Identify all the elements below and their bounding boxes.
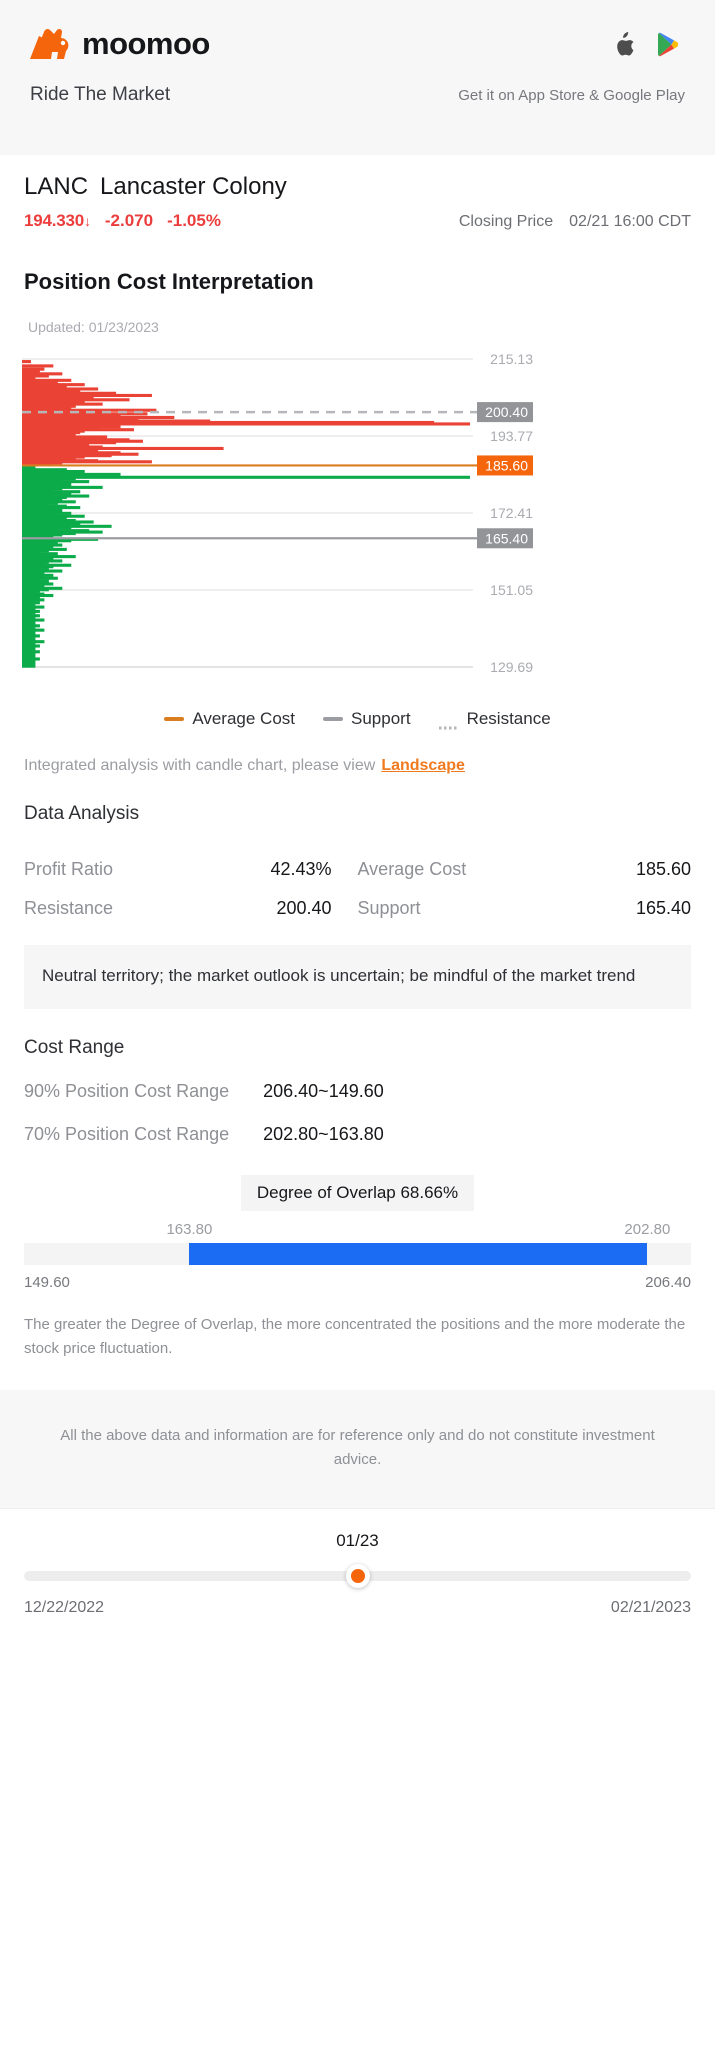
overlap-outer-low: 149.60 [24,1274,70,1292]
metric-value: 42.43% [270,859,332,879]
cost-range-row-70: 70% Position Cost Range 202.80~163.80 [0,1124,715,1145]
svg-text:172.41: 172.41 [490,505,533,521]
metric-label: Resistance [24,898,114,918]
timeline-start-date: 12/22/2022 [24,1598,105,1616]
market-status: Closing Price [458,213,554,230]
svg-text:151.05: 151.05 [490,582,533,598]
legend-label-resistance: Resistance [466,709,551,728]
metric-value: 185.60 [635,859,691,879]
disclaimer-text: All the above data and information are f… [0,1389,715,1508]
quote-header: LANC Lancaster Colony 194.330↓ -2.070 -1… [0,155,715,243]
cost-range-label: 70% Position Cost Range [24,1124,230,1145]
market-outlook-note: Neutral territory; the market outlook is… [24,945,691,1010]
promo-tagline: Ride The Market [30,84,171,105]
timeline-knob-dot-icon [350,1568,365,1583]
legend-label-support: Support [351,709,411,728]
overlap-inner-ticks: 163.80 202.80 [24,1221,691,1243]
last-price: 194.330↓ [24,211,91,230]
google-play-icon[interactable] [657,32,679,57]
metric-label: Support [357,898,421,918]
moomoo-brand[interactable]: moomoo [30,26,210,62]
svg-text:200.40: 200.40 [485,404,528,420]
cost-range-value: 202.80~163.80 [263,1124,384,1145]
svg-text:193.77: 193.77 [490,428,533,444]
overlap-inner-low: 163.80 [166,1221,213,1239]
timeline-current-date: 01/23 [336,1530,379,1550]
promo-store-text: Get it on App Store & Google Play [458,87,685,104]
overlap-bar-fill [189,1243,648,1266]
svg-text:215.13: 215.13 [490,351,533,367]
data-analysis-heading: Data Analysis [24,803,140,824]
updated-date: Updated: 01/23/2023 [28,319,159,335]
legend-label-average-cost: Average Cost [192,709,296,728]
landscape-link[interactable]: Landscape [381,757,465,774]
cost-range-heading: Cost Range [24,1037,125,1059]
timeline-end-date: 02/21/2023 [610,1598,691,1616]
price-change-percent: -1.05% [167,211,221,230]
price-down-arrow-icon: ↓ [84,213,91,229]
svg-text:185.60: 185.60 [485,457,528,473]
data-analysis-row: Profit Ratio 42.43% Average Cost 185.60 [24,859,691,880]
metric-label: Average Cost [357,859,467,879]
landscape-hint: Integrated analysis with candle chart, p… [0,729,715,775]
data-analysis-row: Resistance 200.40 Support 165.40 [24,898,691,919]
overlap-outer-high: 206.40 [645,1274,691,1292]
cost-range-value: 206.40~149.60 [263,1081,384,1102]
company-name: Lancaster Colony [100,173,287,200]
ticker-symbol: LANC [24,173,89,200]
metric-profit-ratio: Profit Ratio 42.43% [24,859,358,880]
average-cost-swatch-icon [164,717,185,721]
resistance-dotted-swatch-icon [438,717,459,730]
metric-average-cost: Average Cost 185.60 [358,859,692,880]
apple-icon[interactable] [614,31,635,57]
app-promo-banner: moomoo Ride The Market Get it on App Sto… [0,0,715,155]
cost-range-label: 90% Position Cost Range [24,1081,230,1102]
overlap-chip: Degree of Overlap 68.66% [240,1175,475,1212]
svg-text:129.69: 129.69 [490,659,533,675]
quote-timestamp: 02/21 16:00 CDT [569,213,691,230]
chart-legend: Average Cost Support Resistance [0,709,715,730]
data-analysis-grid: Profit Ratio 42.43% Average Cost 185.60 … [0,825,715,919]
timeline-knob[interactable] [345,1563,370,1588]
price-change: -2.070 [104,211,154,230]
page-title: Position Cost Interpretation [24,269,314,294]
position-cost-chart[interactable]: 215.13 200.40 193.77 185.60 172.41 165.40 151.… [0,349,715,687]
legend-item-support: Support [323,709,411,729]
overlap-inner-high: 202.80 [624,1221,671,1239]
metric-value: 165.40 [635,898,691,918]
position-cost-page: moomoo Ride The Market Get it on App Sto… [0,0,715,2049]
metric-label: Profit Ratio [24,859,114,879]
overlap-bar-track [24,1243,691,1266]
date-timeline-slider[interactable]: 01/23 12/22/2022 02/21/2023 [0,1507,715,1637]
brand-wordmark: moomoo [82,26,210,61]
metric-resistance: Resistance 200.40 [24,898,358,919]
support-swatch-icon [323,717,344,721]
legend-item-average-cost: Average Cost [164,709,295,729]
legend-item-resistance: Resistance [438,709,551,730]
cost-range-row-90: 90% Position Cost Range 206.40~149.60 [0,1081,715,1102]
metric-support: Support 165.40 [358,898,692,919]
bull-logo-icon [30,26,76,62]
chart-canvas: 215.13 200.40 193.77 185.60 172.41 165.40 151.… [22,351,533,675]
degree-of-overlap: Degree of Overlap 68.66% 163.80 202.80 1… [0,1175,715,1291]
metric-value: 200.40 [276,898,332,918]
landscape-hint-text: Integrated analysis with candle chart, p… [24,757,376,774]
svg-text:165.40: 165.40 [485,530,528,546]
overlap-explanation: The greater the Degree of Overlap, the m… [24,1316,686,1357]
